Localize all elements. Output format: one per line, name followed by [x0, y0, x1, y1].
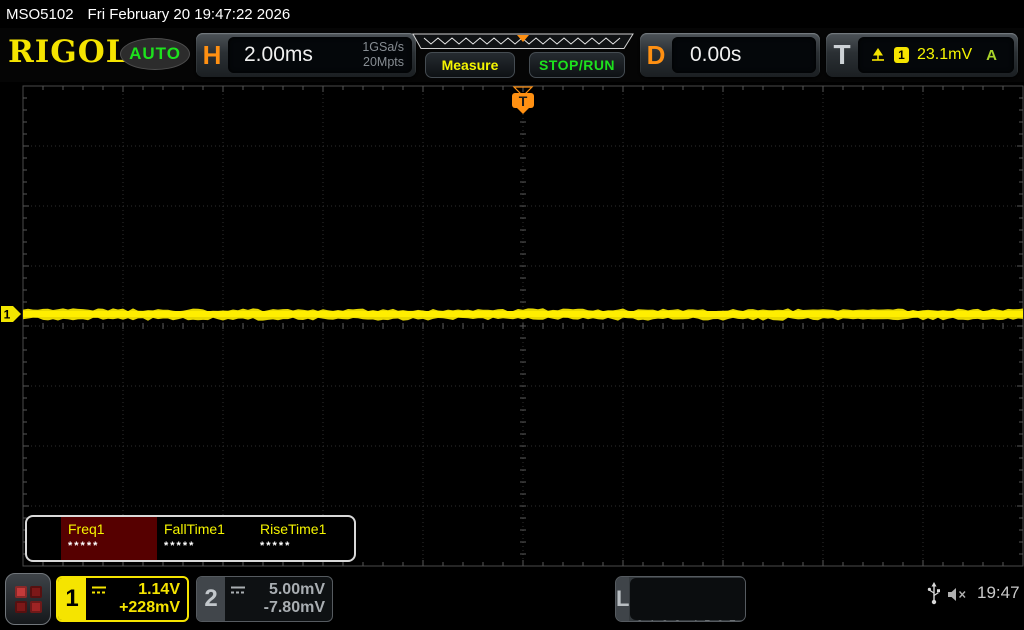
logic-channels-panel[interactable]: L 0 1 2 3 4 5 6 7 8 9 1011 12131415: [615, 576, 746, 622]
measurement-results-panel: Freq1 ***** FallTime1 ***** RiseTime1 **…: [25, 515, 356, 562]
measurement-value: *****: [260, 540, 292, 552]
horizontal-label: H: [202, 39, 222, 70]
dc-coupling-icon: [231, 586, 245, 594]
header-bar: RIGOL AUTO H 2.00ms 1GSa/s 20Mpts Measur…: [0, 28, 1024, 82]
rigol-logo: RIGOL: [8, 34, 129, 70]
measurement-name: RiseTime1: [260, 521, 327, 537]
trigger-slope-icon: [872, 48, 884, 61]
svg-text:1: 1: [4, 308, 11, 322]
horizontal-panel[interactable]: H 2.00ms 1GSa/s 20Mpts: [196, 33, 416, 77]
dc-coupling-icon: [92, 586, 106, 594]
trigger-panel[interactable]: T 1 23.1mV A: [826, 33, 1018, 77]
measurement-value: *****: [164, 540, 196, 552]
delay-label: D: [646, 39, 666, 70]
oscilloscope-screen: MSO5102 Fri February 20 19:47:22 2026 RI…: [0, 0, 1024, 630]
bottom-status-bar: 1 1.14V +228mV 2 5.00mV -7.80mV L 19:47: [0, 570, 1024, 630]
logic-row-1: 0 1 2 3 4 5 6 7: [636, 618, 745, 621]
trigger-label: T: [833, 39, 851, 70]
measurement-item-freq1[interactable]: Freq1 *****: [61, 517, 157, 560]
model-name: MSO5102: [6, 5, 74, 23]
waveform-display-area[interactable]: 1T: [0, 82, 1024, 570]
stop-run-button[interactable]: STOP/RUN: [529, 52, 625, 78]
svg-text:T: T: [519, 93, 528, 109]
channel1-panel[interactable]: 1 1.14V +228mV: [56, 576, 189, 622]
logic-label: L: [616, 577, 630, 621]
channel2-number: 2: [197, 577, 225, 621]
channel2-panel[interactable]: 2 5.00mV -7.80mV: [196, 576, 333, 622]
channel1-scale: 1.14V: [138, 581, 180, 598]
measurement-item-falltime1[interactable]: FallTime1 *****: [157, 517, 253, 560]
measurement-name: FallTime1: [164, 521, 225, 537]
speaker-muted-icon: [948, 588, 966, 601]
channel1-number: 1: [58, 578, 86, 620]
layout-grid-icon: [14, 585, 42, 613]
measure-button[interactable]: Measure: [425, 52, 515, 78]
window-layout-button[interactable]: [5, 573, 51, 625]
logic-channel-numbers: 0 1 2 3 4 5 6 7 8 9 1011 12131415: [630, 578, 745, 621]
trigger-source-badge: 1: [894, 47, 909, 63]
top-status-bar: MSO5102 Fri February 20 19:47:22 2026: [0, 0, 1024, 28]
channel2-scale: 5.00mV: [268, 581, 325, 598]
waveform-memory-bar[interactable]: [412, 33, 634, 50]
datetime-text: Fri February 20 19:47:22 2026: [87, 5, 291, 23]
sample-rate: 1GSa/s: [362, 40, 404, 54]
acquisition-mode-badge: AUTO: [120, 38, 190, 70]
usb-icon: [927, 582, 940, 605]
channel1-ground-marker[interactable]: 1: [1, 306, 21, 322]
memory-depth: 20Mpts: [363, 55, 404, 69]
clock-display: 19:47: [977, 583, 1020, 602]
sample-rate-memdepth: 1GSa/s 20Mpts: [362, 40, 404, 70]
measurement-item-risetime1[interactable]: RiseTime1 *****: [253, 517, 349, 560]
measurement-value: *****: [68, 540, 100, 552]
trigger-coupling: A: [986, 46, 997, 64]
channel2-offset: -7.80mV: [263, 599, 325, 616]
delay-value: 0.00s: [690, 43, 742, 66]
timebase-value: 2.00ms: [244, 43, 313, 66]
delay-panel[interactable]: D 0.00s: [640, 33, 820, 77]
trigger-level-value: 23.1mV: [917, 46, 973, 63]
channel1-offset: +228mV: [119, 599, 180, 616]
measurement-name: Freq1: [68, 521, 105, 537]
